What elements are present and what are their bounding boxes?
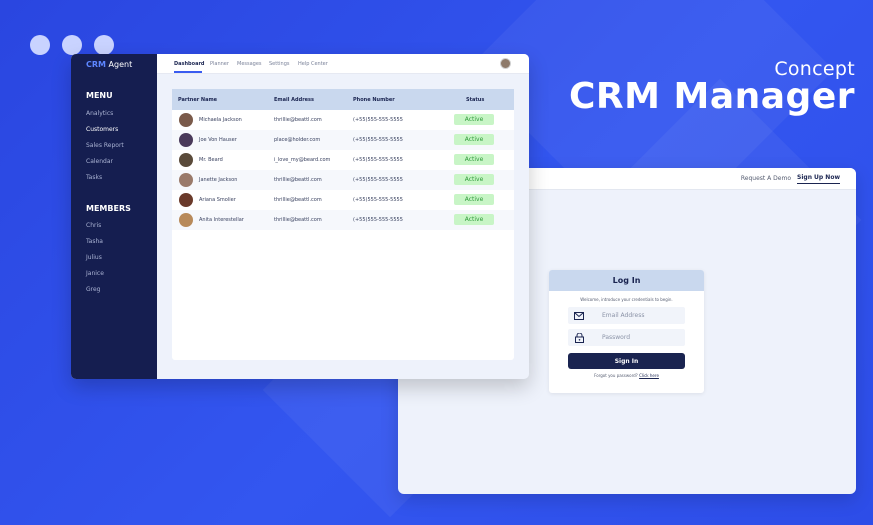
member-item-greg[interactable]: Greg — [86, 286, 100, 293]
member-item-chris[interactable]: Chris — [86, 222, 101, 229]
active-tab-indicator — [174, 71, 202, 73]
sidebar-item-tasks[interactable]: Tasks — [86, 174, 102, 181]
email-cell: thrillie@beattl.com — [274, 217, 322, 223]
sidebar-item-calendar[interactable]: Calendar — [86, 158, 113, 165]
phone-cell: (+55)555-555-5555 — [353, 137, 403, 143]
email-placeholder: Email Address — [602, 312, 645, 319]
email-cell: thrillie@beattl.com — [274, 197, 322, 203]
tab-dashboard[interactable]: Dashboard — [174, 61, 205, 67]
tab-help-center[interactable]: Help Center — [298, 61, 328, 67]
status-badge: Active — [454, 194, 494, 205]
avatar — [179, 173, 193, 187]
brand-secondary: Agent — [106, 60, 133, 69]
table-row[interactable]: Michaela Jackson thrillie@beattl.com (+55)… — [172, 110, 514, 130]
user-avatar[interactable] — [500, 58, 511, 69]
status-badge: Active — [454, 154, 494, 165]
tab-planner[interactable]: Planner — [210, 61, 229, 67]
avatar — [179, 213, 193, 227]
status-badge: Active — [454, 214, 494, 225]
sidebar: CRM Agent MENU Analytics Customers Sales… — [71, 54, 157, 379]
table-row[interactable]: Ariana Smolier thrillie@beattl.com (+55)55… — [172, 190, 514, 210]
phone-cell: (+55)555-555-5555 — [353, 217, 403, 223]
login-welcome: Welcome, introduce your credentials to b… — [580, 297, 673, 302]
col-phone: Phone Number — [353, 97, 395, 103]
menu-heading: MENU — [86, 91, 113, 100]
signin-button[interactable]: Sign In — [568, 353, 685, 369]
member-item-tasha[interactable]: Tasha — [86, 238, 103, 245]
partner-name: Joe Von Hauser — [199, 137, 237, 143]
request-demo-link[interactable]: Request A Demo — [741, 175, 791, 182]
tab-messages[interactable]: Messages — [237, 61, 262, 67]
lock-icon — [568, 332, 590, 343]
email-cell: place@holder.com — [274, 137, 321, 143]
forgot-link[interactable]: Click here — [639, 373, 659, 378]
table-header: Partner Name Email Address Phone Number … — [172, 89, 514, 110]
phone-cell: (+55)555-555-5555 — [353, 177, 403, 183]
password-field[interactable]: Password — [568, 329, 685, 346]
login-card: Log In Welcome, introduce your credentia… — [549, 270, 704, 393]
sidebar-item-sales-report[interactable]: Sales Report — [86, 142, 124, 149]
col-email: Email Address — [274, 97, 315, 103]
col-partner-name: Partner Name — [178, 97, 218, 103]
partners-table: Partner Name Email Address Phone Number … — [172, 89, 514, 360]
forgot-password: Forgot you password? Click here — [549, 373, 704, 378]
partner-name: Michaela Jackson — [199, 117, 242, 123]
partner-name: Anita Interestellar — [199, 217, 244, 223]
dot — [94, 35, 114, 55]
phone-cell: (+55)555-555-5555 — [353, 157, 403, 163]
login-title: Log In — [549, 270, 704, 291]
email-cell: thrillie@beattl.com — [274, 177, 322, 183]
email-cell: i_love_my@beard.com — [274, 157, 331, 163]
avatar — [179, 193, 193, 207]
member-item-julius[interactable]: Julius — [86, 254, 102, 261]
partner-name: Mr. Beard — [199, 157, 223, 163]
col-status: Status — [466, 97, 485, 103]
table-row[interactable]: Joe Von Hauser place@holder.com (+55)555-5… — [172, 130, 514, 150]
brand-primary: CRM — [86, 60, 106, 69]
email-cell: thrillie@beattl.com — [274, 117, 322, 123]
table-row[interactable]: Anita Interestellar thrillie@beattl.com (+… — [172, 210, 514, 230]
sidebar-item-customers[interactable]: Customers — [86, 126, 118, 133]
status-badge: Active — [454, 174, 494, 185]
avatar — [179, 113, 193, 127]
password-placeholder: Password — [602, 334, 631, 341]
table-row[interactable]: Janette Jackson thrillie@beattl.com (+55)5… — [172, 170, 514, 190]
forgot-text: Forgot you password? — [594, 373, 638, 378]
partner-name: Janette Jackson — [199, 177, 238, 183]
status-badge: Active — [454, 134, 494, 145]
members-heading: MEMBERS — [86, 204, 131, 213]
phone-cell: (+55)555-555-5555 — [353, 117, 403, 123]
avatar — [179, 153, 193, 167]
status-badge: Active — [454, 114, 494, 125]
window-dots — [30, 35, 114, 55]
sidebar-item-analytics[interactable]: Analytics — [86, 110, 113, 117]
member-item-janice[interactable]: Janice — [86, 270, 104, 277]
signup-link[interactable]: Sign Up Now — [797, 174, 840, 184]
dot — [62, 35, 82, 55]
dot — [30, 35, 50, 55]
avatar — [179, 133, 193, 147]
brand-logo: CRM Agent — [86, 60, 132, 69]
top-navigation: Dashboard Planner Messages Settings Help… — [157, 54, 529, 74]
hero-title: CRM Manager — [569, 76, 855, 117]
partner-name: Ariana Smolier — [199, 197, 236, 203]
envelope-icon — [568, 311, 590, 320]
crm-window: CRM Agent MENU Analytics Customers Sales… — [71, 54, 529, 379]
email-field[interactable]: Email Address — [568, 307, 685, 324]
phone-cell: (+55)555-555-5555 — [353, 197, 403, 203]
table-row[interactable]: Mr. Beard i_love_my@beard.com (+55)555-555… — [172, 150, 514, 170]
tab-settings[interactable]: Settings — [269, 61, 290, 67]
